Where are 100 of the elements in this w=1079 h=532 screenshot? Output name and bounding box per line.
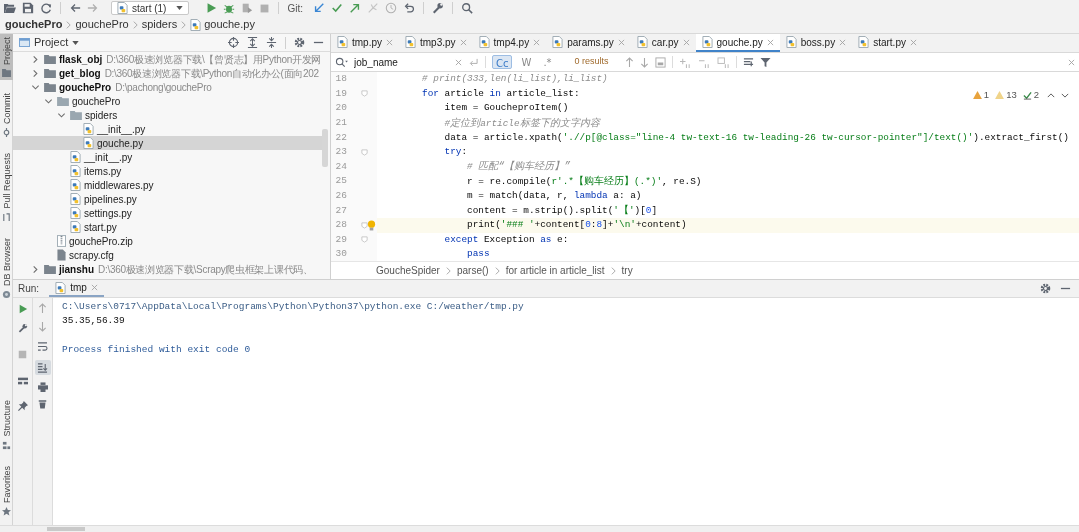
chevron-right-icon[interactable] <box>31 264 40 274</box>
settings-icon[interactable] <box>294 37 305 48</box>
stop-icon[interactable] <box>18 350 27 359</box>
pin-icon[interactable] <box>17 401 28 411</box>
tree-item[interactable]: gouche.py <box>13 136 322 150</box>
tree-item[interactable]: items.py <box>13 164 322 178</box>
chevron-down-icon[interactable] <box>1061 92 1069 98</box>
breadcrumb-item[interactable]: GoucheSpider <box>376 263 440 278</box>
tool-window-button[interactable]: Commit <box>0 90 13 140</box>
settings-icon[interactable] <box>1040 283 1051 294</box>
tree-item[interactable]: __init__.py <box>13 122 322 136</box>
editor-tab[interactable]: gouche.py <box>695 34 780 52</box>
run-tab[interactable]: tmp <box>49 280 104 297</box>
stop-icon[interactable] <box>259 2 271 14</box>
arrow-down-icon[interactable] <box>38 321 47 332</box>
tool-window-button[interactable]: DB Browser <box>0 234 13 302</box>
clock-icon[interactable] <box>385 2 397 14</box>
close-icon[interactable] <box>533 38 541 46</box>
close-icon[interactable] <box>386 38 393 46</box>
tree-item[interactable]: spiders <box>13 108 322 122</box>
select-occurrences-icon[interactable] <box>716 56 730 68</box>
tree-item[interactable]: start.py <box>13 220 322 234</box>
run-icon[interactable] <box>205 2 218 14</box>
arrow-up-icon[interactable] <box>624 56 634 68</box>
crosshair-icon[interactable] <box>228 37 239 48</box>
tree-item[interactable]: pipelines.py <box>13 192 322 206</box>
tree-item[interactable]: gouchePro D:\pachong\gouchePro <box>13 80 322 94</box>
tree-item[interactable]: flask_obj D:\360极速浏览器下载\【曾贤志】用Python开发网 <box>13 52 322 66</box>
project-view-dropdown[interactable]: Project <box>34 34 80 51</box>
back-arrow-icon[interactable] <box>69 2 81 14</box>
breadcrumb-item[interactable]: for article in article_list <box>505 263 605 278</box>
close-icon[interactable] <box>1068 58 1075 66</box>
push-arrow-icon[interactable] <box>349 2 361 14</box>
layout-icon[interactable] <box>17 376 28 386</box>
close-icon[interactable] <box>90 284 98 291</box>
chevron-right-icon[interactable] <box>31 54 40 64</box>
search-option-toggle[interactable]: W <box>518 55 535 69</box>
arrow-up-icon[interactable] <box>38 303 47 314</box>
tree-item[interactable]: scrapy.cfg <box>13 248 322 262</box>
tree-item[interactable]: gouchePro <box>13 94 322 108</box>
forward-arrow-icon[interactable] <box>87 2 99 14</box>
typo-count[interactable]: 2 <box>1022 88 1039 103</box>
close-icon[interactable] <box>455 58 462 66</box>
warning-count[interactable]: 13 <box>995 88 1017 103</box>
breadcrumb-item[interactable]: gouche.py <box>190 16 255 33</box>
tree-item[interactable]: gouchePro.zip <box>13 234 322 248</box>
close-icon[interactable] <box>617 38 625 46</box>
undo-icon[interactable] <box>403 2 415 14</box>
new-line-icon[interactable] <box>468 57 479 67</box>
fold-marker-icon[interactable] <box>361 221 368 229</box>
search-option-toggle[interactable]: Cc <box>492 55 513 69</box>
chevron-right-icon[interactable] <box>31 68 40 78</box>
editor-tab[interactable]: tmp.py <box>331 34 399 52</box>
scroll-to-end-toggle[interactable] <box>34 360 51 375</box>
tool-window-button[interactable]: Project <box>0 34 13 80</box>
close-icon[interactable] <box>459 38 467 46</box>
bug-icon[interactable] <box>223 2 236 14</box>
search-field[interactable]: job_name <box>354 54 449 70</box>
update-arrow-icon[interactable] <box>313 2 325 14</box>
breadcrumb-item[interactable]: parse() <box>456 263 489 278</box>
open-folder-icon[interactable] <box>3 2 16 14</box>
editor-tab[interactable]: car.py <box>630 34 696 52</box>
breadcrumb-item[interactable]: spiders <box>141 16 178 33</box>
error-count[interactable]: 1 <box>972 88 990 103</box>
tool-window-button[interactable]: Pull Requests <box>0 150 13 225</box>
run-configuration-dropdown[interactable]: start (1) <box>111 1 190 15</box>
tree-item[interactable]: __init__.py <box>13 150 322 164</box>
fold-marker-icon[interactable] <box>361 148 368 156</box>
breadcrumb-item[interactable]: gouchePro <box>5 16 63 33</box>
tool-window-button[interactable]: Structure <box>0 397 13 453</box>
close-icon[interactable] <box>766 38 774 46</box>
chevron-up-icon[interactable] <box>1047 92 1055 98</box>
wrench-icon[interactable] <box>17 323 28 333</box>
close-icon[interactable] <box>909 38 917 46</box>
trash-icon[interactable] <box>38 399 47 409</box>
tree-item[interactable]: get_blog D:\360极速浏览器下载\Python自动化办公(面向202 <box>13 66 322 80</box>
filter-lines-icon[interactable] <box>742 56 754 68</box>
expand-all-icon[interactable] <box>247 37 258 48</box>
search-option-toggle[interactable]: .* <box>540 55 555 69</box>
select-all-icon[interactable] <box>654 56 666 68</box>
editor-tab[interactable]: tmp4.py <box>472 34 547 52</box>
check-icon[interactable] <box>331 2 343 14</box>
editor-tab[interactable]: params.py <box>546 34 631 52</box>
light-bulb-icon[interactable] <box>367 219 376 231</box>
search-icon[interactable] <box>461 2 473 14</box>
fold-marker-icon[interactable] <box>361 236 368 244</box>
funnel-icon[interactable] <box>759 56 771 68</box>
breadcrumb-item[interactable]: try <box>621 263 633 278</box>
save-icon[interactable] <box>22 2 34 14</box>
sync-icon[interactable] <box>40 2 52 14</box>
breadcrumb-item[interactable]: gouchePro <box>75 16 129 33</box>
tree-item[interactable]: jianshu D:\360极速浏览器下载\Scrapy爬虫框架上课代码、 <box>13 262 322 276</box>
tree-item[interactable]: middlewares.py <box>13 178 322 192</box>
wrench-icon[interactable] <box>432 2 444 14</box>
close-icon[interactable] <box>682 38 690 46</box>
printer-icon[interactable] <box>37 382 48 392</box>
editor-tab[interactable]: boss.py <box>779 34 853 52</box>
arrow-down-icon[interactable] <box>639 56 649 68</box>
editor-tab[interactable]: start.py <box>852 34 923 52</box>
close-icon[interactable] <box>839 38 847 46</box>
